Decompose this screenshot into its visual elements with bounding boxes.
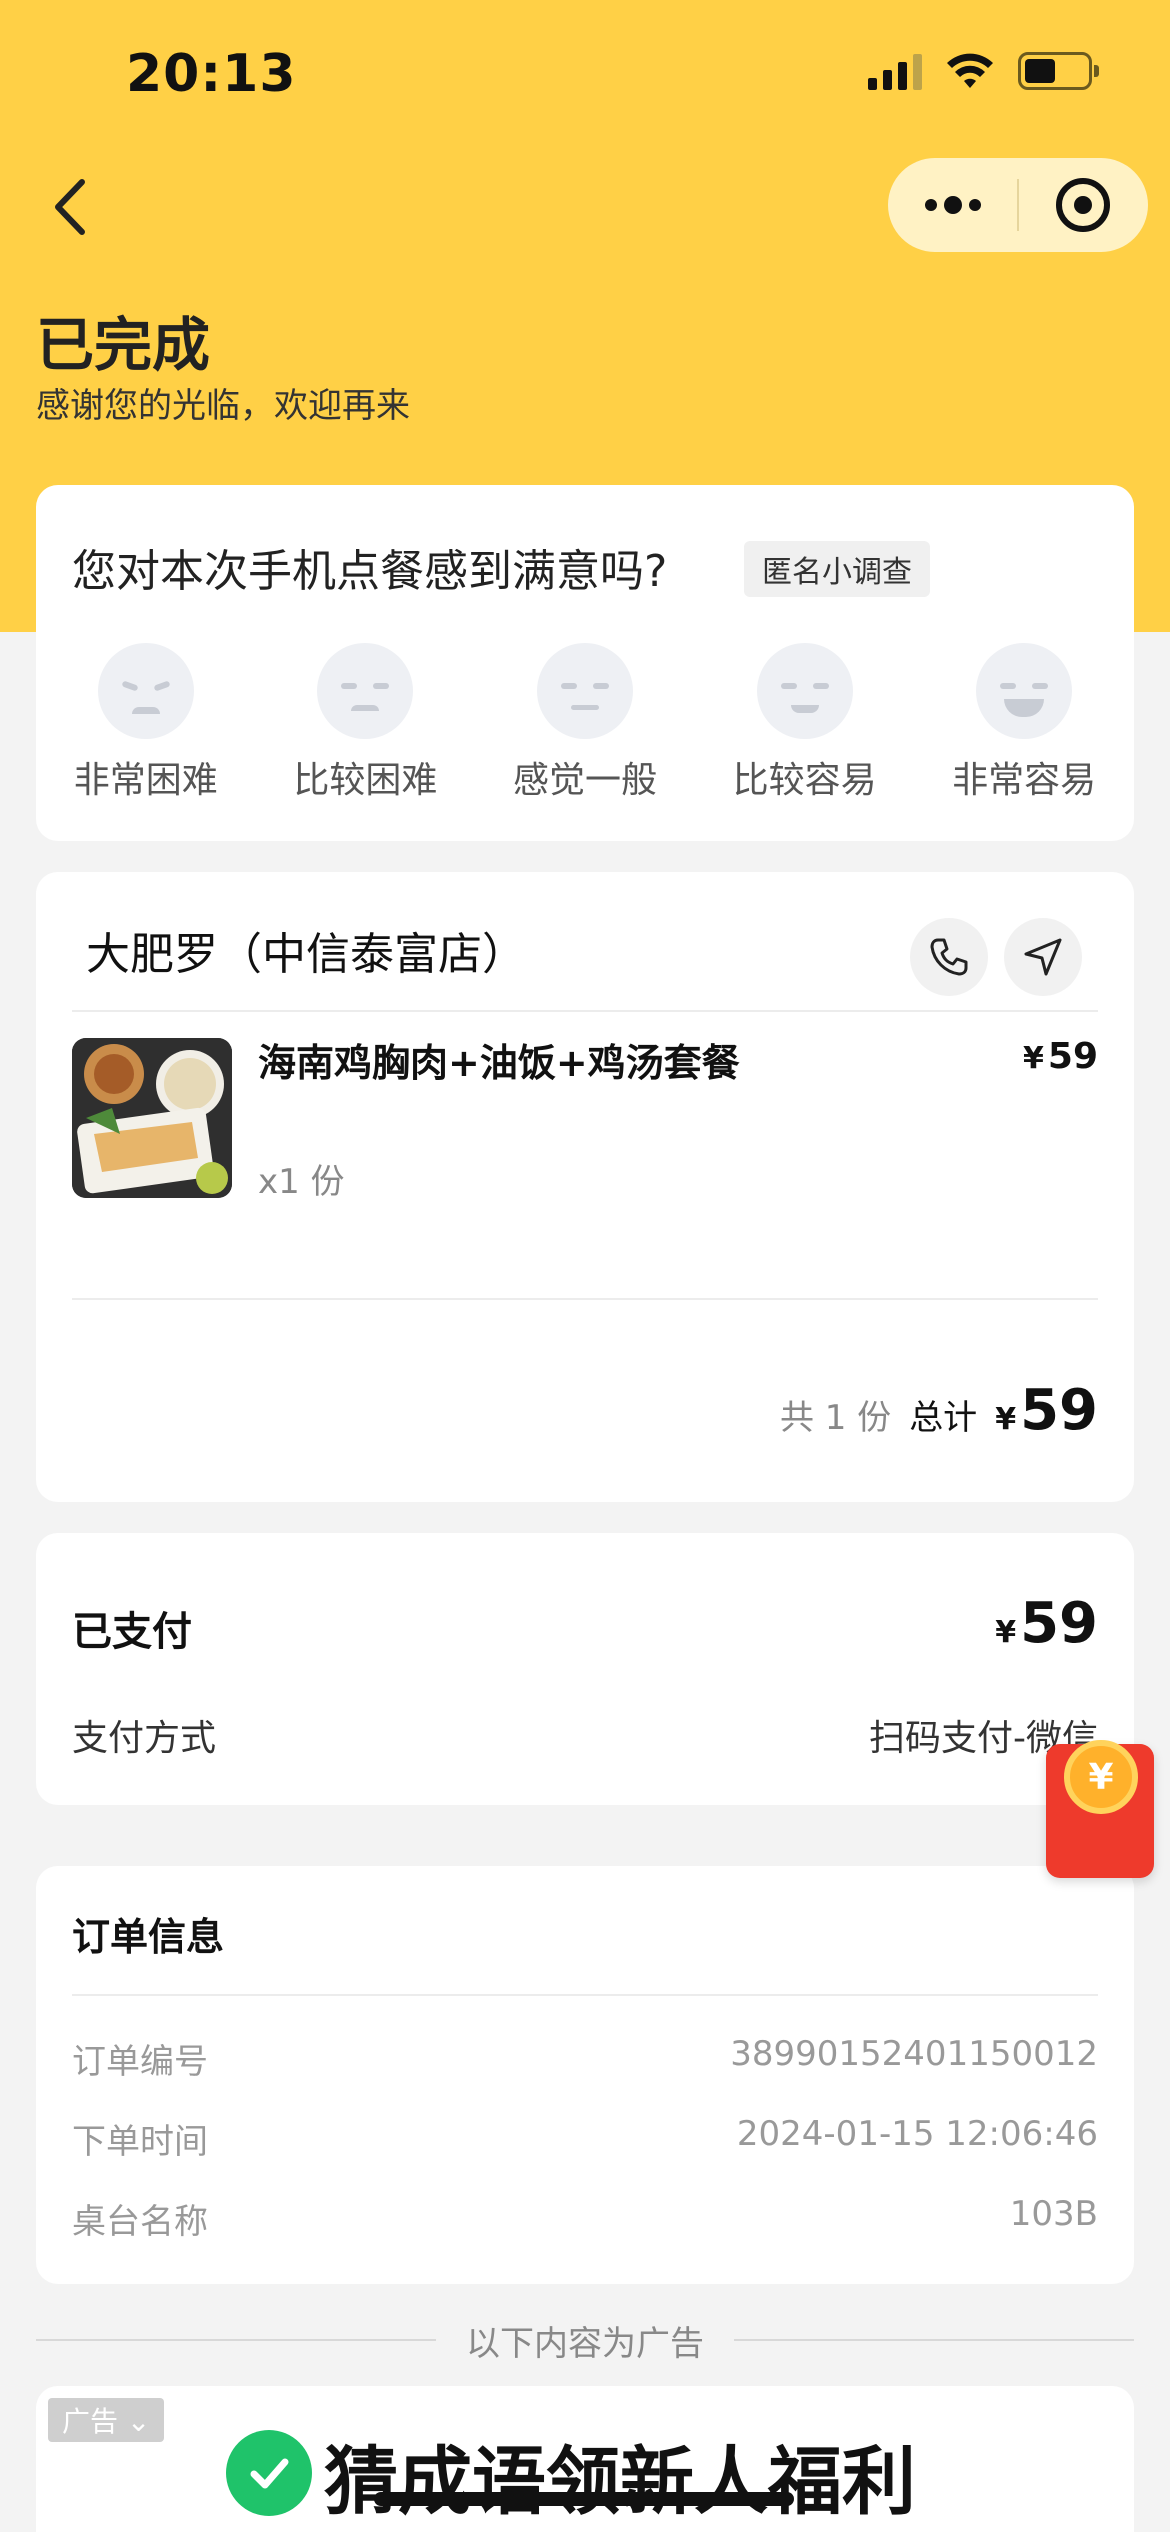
order-number-value[interactable]: 38990152401150012 [730, 2034, 1098, 2074]
navigation-arrow-icon [1024, 938, 1062, 976]
order-time-value: 2024-01-15 12:06:46 [736, 2114, 1098, 2154]
miniprogram-capsule [888, 158, 1148, 252]
more-dots-icon [924, 196, 981, 214]
back-button[interactable] [44, 172, 104, 242]
payment-method-label: 支付方式 [72, 1718, 217, 1759]
order-time-label: 下单时间 [72, 2122, 208, 2162]
neutral-face-icon [536, 643, 633, 739]
survey-option-easy[interactable]: 比较容易 [695, 643, 915, 803]
home-indicator [374, 2492, 794, 2506]
call-button[interactable] [910, 918, 988, 996]
phone-icon [930, 938, 968, 976]
signal-icon [868, 52, 922, 90]
paid-amount: ¥59 [995, 1591, 1098, 1656]
total-label: 总计 [909, 1398, 978, 1438]
order-total-row: 共 1 份 总计 ¥59 [780, 1378, 1098, 1443]
payment-card: 已支付 ¥59 支付方式 扫码支付-微信 [36, 1533, 1134, 1805]
total-amount: ¥59 [995, 1378, 1098, 1443]
wifi-icon [947, 53, 993, 88]
ad-title: 猜成语领新人福利 [324, 2439, 916, 2525]
ad-tag[interactable]: 广告 ⌄ [48, 2398, 165, 2442]
survey-tag: 匿名小调查 [744, 541, 930, 597]
survey-option-hard[interactable]: 比较困难 [256, 643, 476, 803]
dish-image [72, 1038, 232, 1198]
store-name[interactable]: 大肥罗（中信泰富店） [86, 918, 526, 982]
survey-options: 非常困难 比较困难 感觉一般 比较容易 非常容易 [36, 643, 1134, 803]
chevron-left-icon [55, 179, 85, 235]
smile-face-icon [756, 643, 853, 739]
target-icon [1056, 178, 1111, 232]
battery-icon [1018, 52, 1099, 90]
close-miniprogram-button[interactable] [1019, 158, 1148, 252]
order-number-label: 订单编号 [72, 2042, 208, 2082]
order-info-title: 订单信息 [72, 1915, 225, 1959]
page-subtitle: 感谢您的光临，欢迎再来 [36, 386, 410, 426]
red-packet-button[interactable]: ¥ [1046, 1740, 1154, 1878]
survey-question: 您对本次手机点餐感到满意吗? [72, 546, 668, 597]
angry-face-icon [97, 643, 194, 739]
dish-quantity: x1 份 [258, 1162, 345, 1202]
status-icons [868, 52, 1099, 90]
table-name-value: 103B [1009, 2194, 1098, 2234]
navigate-button[interactable] [1004, 918, 1082, 996]
more-button[interactable] [888, 158, 1017, 252]
table-name-label: 桌台名称 [72, 2202, 208, 2242]
check-icon [226, 2430, 312, 2516]
survey-option-very-hard[interactable]: 非常困难 [36, 643, 256, 803]
dish-name: 海南鸡胸肉+油饭+鸡汤套餐 [258, 1041, 740, 1085]
ad-separator: 以下内容为广告 [36, 2318, 1134, 2364]
ad-card[interactable]: 广告 ⌄ 猜成语领新人福利 [36, 2386, 1134, 2532]
survey-option-very-easy[interactable]: 非常容易 [914, 643, 1134, 803]
yen-coin-icon: ¥ [1064, 1740, 1138, 1814]
laugh-face-icon [976, 643, 1073, 739]
paid-title: 已支付 [72, 1609, 192, 1655]
survey-option-neutral[interactable]: 感觉一般 [475, 643, 695, 803]
survey-card: 您对本次手机点餐感到满意吗? 匿名小调查 非常困难 比较困难 感觉一般 比较容易… [36, 485, 1134, 841]
total-count: 共 1 份 [779, 1398, 892, 1438]
order-items-card: 大肥罗（中信泰富店） 海南鸡胸肉+油饭+鸡汤套餐 ¥59 x1 份 共 1 份 … [36, 872, 1134, 1502]
status-time: 20:13 [126, 44, 297, 104]
page-title: 已完成 [36, 311, 211, 379]
dish-price: ¥59 [1023, 1036, 1098, 1077]
sad-face-icon [317, 643, 414, 739]
order-info-card: 订单信息 订单编号 38990152401150012 下单时间 2024-01… [36, 1866, 1134, 2284]
